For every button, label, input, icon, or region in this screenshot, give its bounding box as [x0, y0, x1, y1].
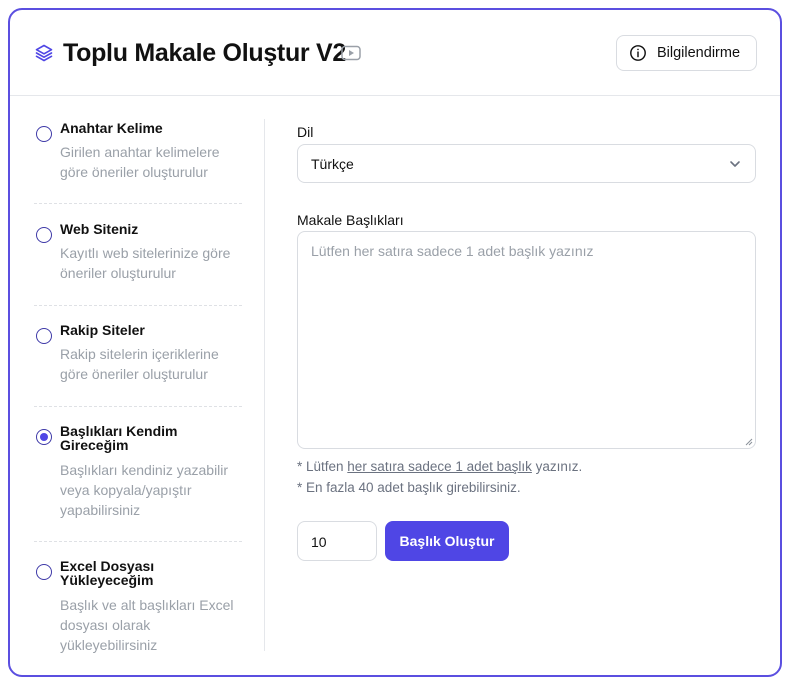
info-button-label: Bilgilendirme: [657, 45, 741, 61]
option-title: Rakip Siteler: [60, 322, 145, 338]
divider: [34, 406, 242, 407]
option-title: Anahtar Kelime: [60, 120, 163, 136]
titles-label: Makale Başlıkları: [297, 212, 404, 228]
divider: [34, 541, 242, 542]
main-card: Toplu Makale Oluştur V2 Bilgilendirme An…: [8, 8, 782, 677]
language-select[interactable]: Türkçe: [297, 144, 756, 183]
title-count-input[interactable]: 10: [297, 521, 377, 561]
option-website[interactable]: Web Siteniz Kayıtlı web sitelerinize gör…: [34, 222, 242, 282]
radio-manual-titles[interactable]: [36, 429, 52, 445]
option-manual-titles[interactable]: Başlıkları Kendim Gireceğim Başlıkları k…: [34, 424, 242, 524]
option-title: Excel Dosyası Yükleyeceğim: [60, 558, 155, 588]
option-competitors[interactable]: Rakip Siteler Rakip sitelerin içerikleri…: [34, 323, 242, 383]
page-title: Toplu Makale Oluştur V2: [63, 39, 346, 67]
generate-titles-button[interactable]: Başlık Oluştur: [385, 521, 509, 561]
option-description: Başlıkları kendiniz yazabilir veya kopya…: [60, 462, 229, 518]
option-description: Girilen anahtar kelimelere göre öneriler…: [60, 144, 220, 180]
video-icon[interactable]: [341, 45, 361, 61]
info-button[interactable]: Bilgilendirme: [616, 35, 757, 71]
option-keyword[interactable]: Anahtar Kelime Girilen anahtar kelimeler…: [34, 121, 242, 181]
resize-handle-icon[interactable]: [745, 438, 753, 446]
option-excel-upload[interactable]: Excel Dosyası Yükleyeceğim Başlık ve alt…: [34, 559, 242, 659]
divider: [34, 305, 242, 306]
option-title: Web Siteniz: [60, 221, 139, 237]
titles-textarea[interactable]: Lütfen her satıra sadece 1 adet başlık y…: [297, 231, 756, 449]
note-max-titles: * En fazla 40 adet başlık girebilirsiniz…: [297, 480, 521, 495]
radio-website[interactable]: [36, 227, 52, 243]
option-description: Kayıtlı web sitelerinize göre öneriler o…: [60, 245, 231, 281]
layers-icon: [35, 44, 53, 62]
radio-competitors[interactable]: [36, 328, 52, 344]
info-icon: [630, 45, 646, 61]
option-description: Başlık ve alt başlıkları Excel dosyası o…: [60, 597, 234, 653]
note-highlight: her satıra sadece 1 adet başlık: [347, 459, 532, 474]
radio-keyword[interactable]: [36, 126, 52, 142]
language-value: Türkçe: [311, 156, 354, 172]
titles-placeholder: Lütfen her satıra sadece 1 adet başlık y…: [311, 243, 594, 259]
title-count-value: 10: [311, 534, 327, 550]
option-title: Başlıkları Kendim Gireceğim: [60, 423, 178, 453]
option-description: Rakip sitelerin içeriklerine göre öneril…: [60, 346, 219, 382]
note-one-title-per-line: * Lütfen her satıra sadece 1 adet başlık…: [297, 459, 583, 474]
language-label: Dil: [297, 124, 314, 140]
chevron-down-icon: [730, 161, 740, 167]
page-header: Toplu Makale Oluştur V2 Bilgilendirme: [10, 10, 780, 96]
vertical-divider: [264, 119, 265, 651]
divider: [34, 203, 242, 204]
radio-excel-upload[interactable]: [36, 564, 52, 580]
